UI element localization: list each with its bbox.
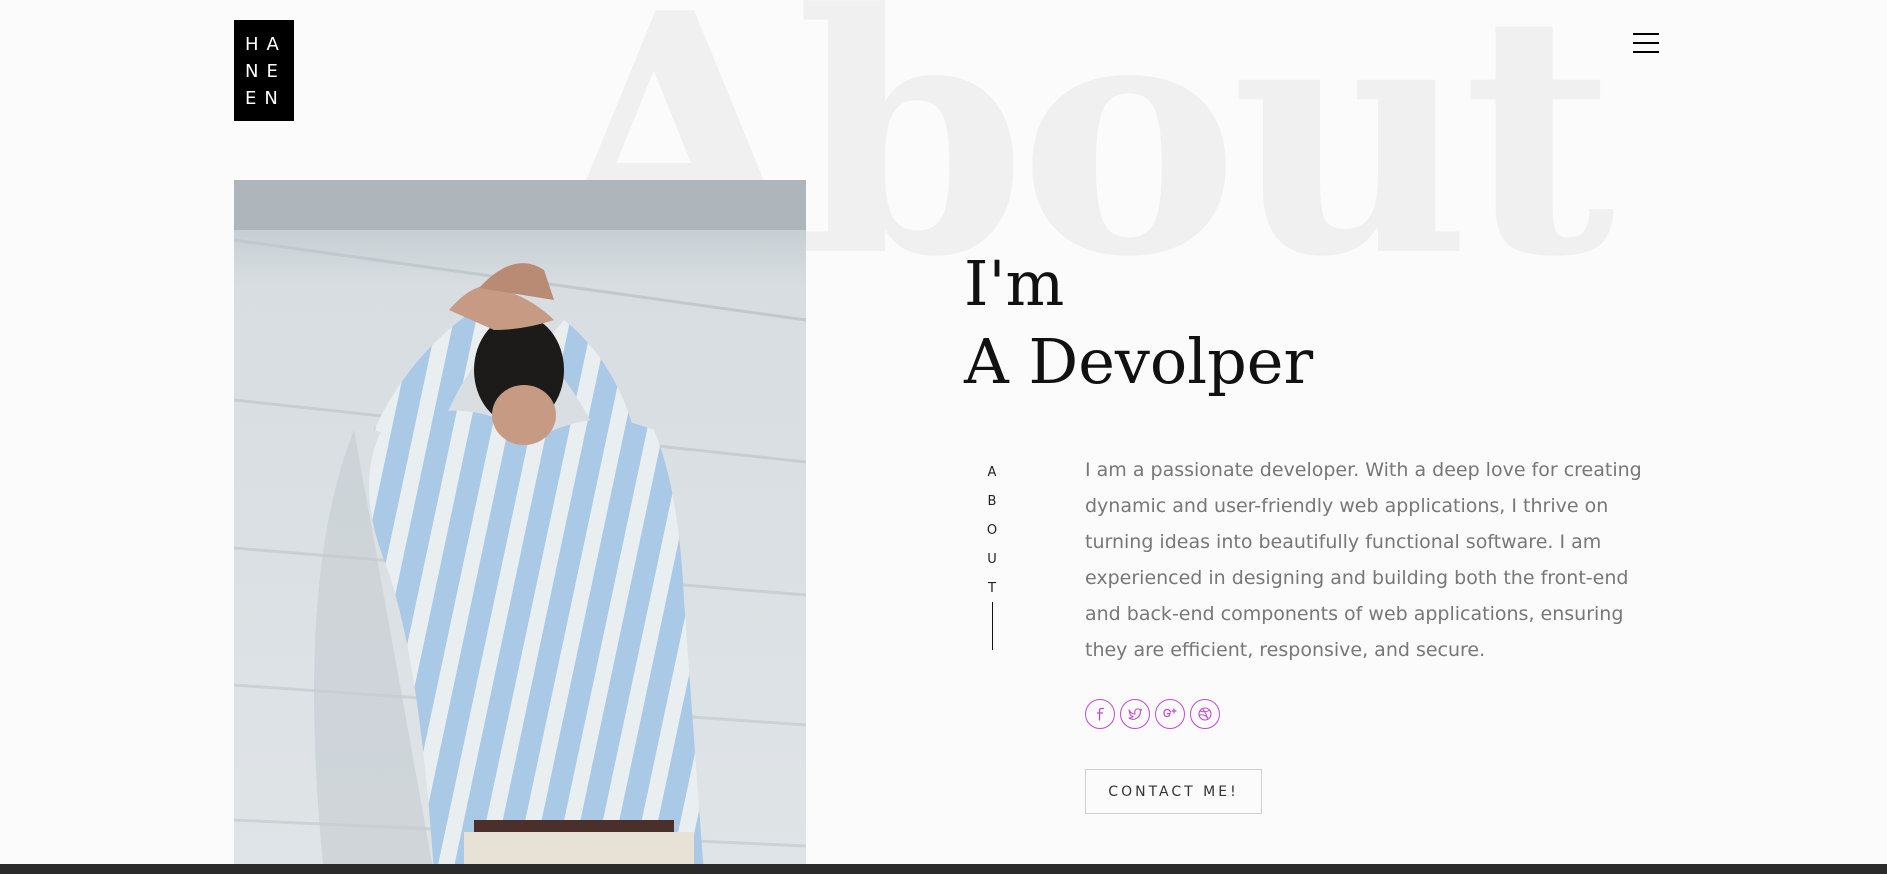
twitter-glyph [1128,708,1143,720]
side-label-char: U [987,552,997,567]
side-label-char: B [987,494,997,509]
bio-paragraph: I am a passionate developer. With a deep… [1085,459,1642,661]
hero-line-2: A Devolper [964,325,1314,398]
facebook-icon[interactable] [1085,699,1115,729]
hero-line-1: I'm [964,247,1065,320]
site-logo[interactable]: HA NE EN [234,20,294,121]
profile-photo-illustration [234,180,806,874]
logo-line: HA [245,34,287,55]
contact-button[interactable]: CONTACT ME! [1085,769,1262,814]
dribbble-icon[interactable] [1190,699,1220,729]
logo-line: EN [245,88,286,109]
side-label-char: O [986,523,998,538]
dribbble-glyph [1198,707,1212,721]
google-plus-icon[interactable] [1155,699,1185,729]
side-label-line [992,602,993,650]
google-plus-glyph [1163,708,1177,718]
logo-line: NE [245,61,286,82]
social-links [1085,699,1220,729]
facebook-glyph [1096,707,1105,721]
profile-photo [234,180,806,874]
about-side-label: A B O U T [984,458,1000,603]
menu-bar [1633,42,1659,44]
hamburger-icon[interactable] [1630,30,1662,56]
menu-bar [1633,33,1659,35]
side-label-char: T [988,581,996,596]
bottom-bar [0,864,1887,874]
hero-headline: I'm A Devolper [964,245,1313,401]
side-label-char: A [987,465,997,480]
twitter-icon[interactable] [1120,699,1150,729]
menu-bar [1633,51,1659,53]
